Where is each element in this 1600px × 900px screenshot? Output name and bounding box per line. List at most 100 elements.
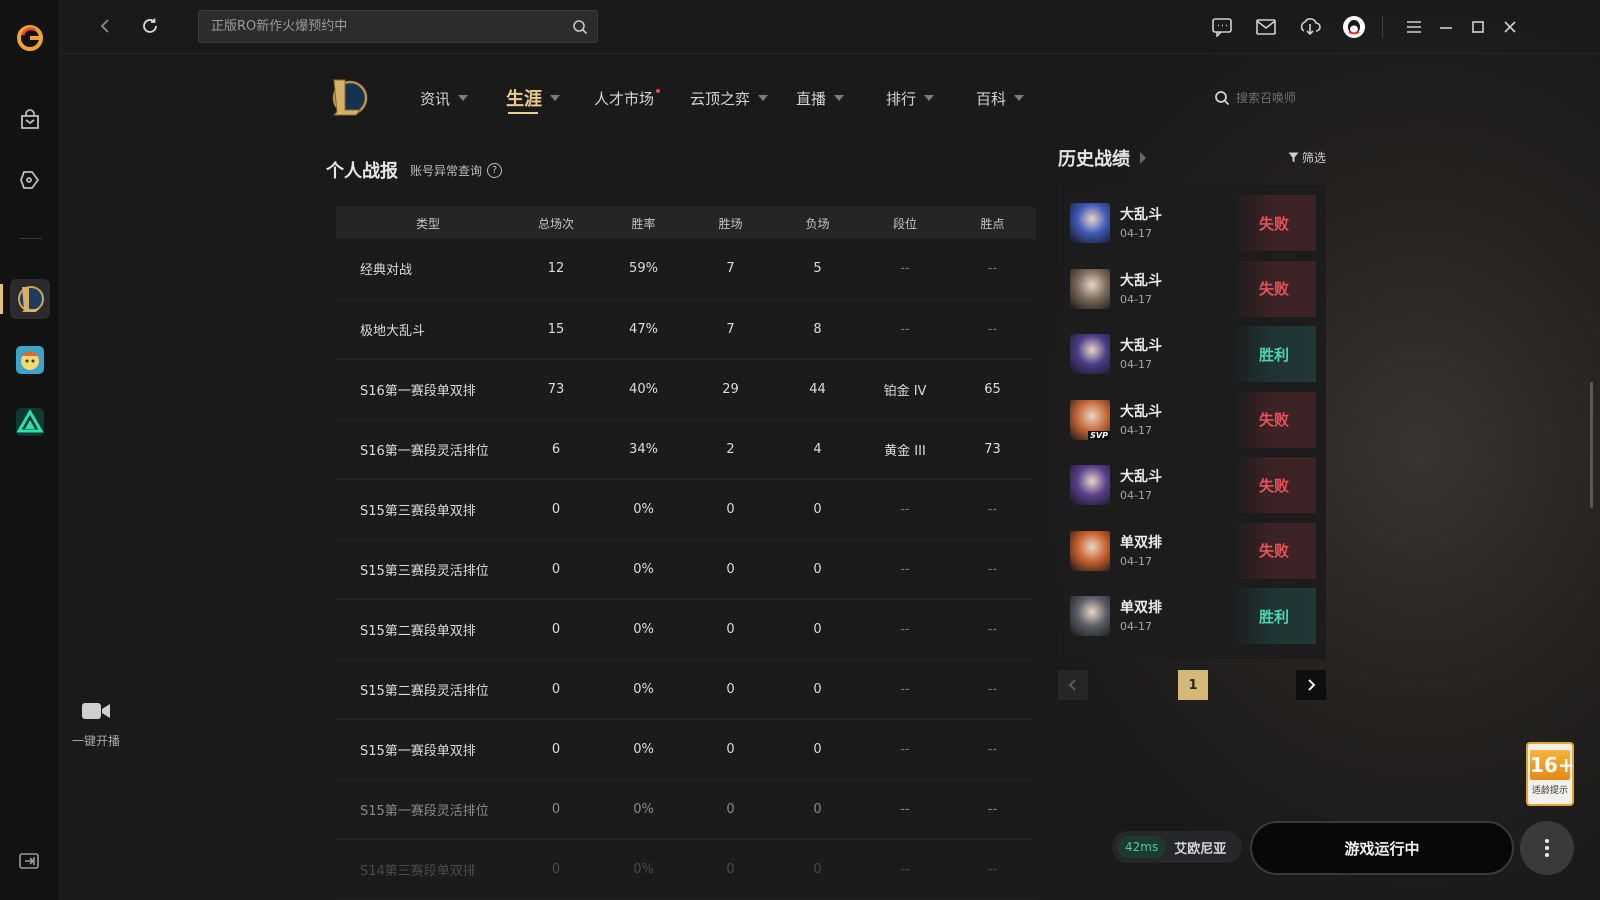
table-cell: 0 [512, 839, 600, 900]
match-history-item[interactable]: SVP 大乱斗 04-17 失败 [1068, 391, 1316, 448]
game-tag-icon[interactable] [10, 160, 50, 200]
download-icon[interactable] [1298, 15, 1322, 39]
nav-talent-market[interactable]: 人才市场 [594, 84, 661, 112]
collapse-sidebar-icon[interactable] [18, 852, 40, 874]
refresh-button[interactable] [138, 14, 162, 38]
menu-icon[interactable] [1402, 15, 1426, 39]
summoner-search[interactable]: 搜索召唤师 [1214, 89, 1296, 106]
match-history-item[interactable]: 大乱斗 04-17 失败 [1068, 195, 1316, 251]
sidebar-item-valorant-style[interactable] [10, 402, 50, 442]
table-cell: 0 [512, 539, 600, 600]
match-date: 04-17 [1120, 489, 1152, 502]
nav-career[interactable]: 生涯 [506, 84, 560, 114]
table-cell: 7 [687, 299, 774, 360]
game-running-button[interactable]: 游戏运行中 [1250, 821, 1514, 875]
table-cell: -- [949, 539, 1036, 600]
match-result-badge: 胜利 [1232, 326, 1316, 382]
match-history-item[interactable]: 单双排 04-17 失败 [1068, 522, 1316, 579]
table-cell: 0% [600, 719, 687, 780]
qq-avatar-icon[interactable] [1342, 15, 1366, 39]
maximize-icon[interactable] [1466, 15, 1490, 39]
back-button[interactable] [94, 14, 118, 38]
champion-portrait-icon [1070, 530, 1110, 571]
table-cell: -- [861, 719, 949, 780]
match-result-badge: 失败 [1232, 195, 1316, 251]
shop-bag-icon[interactable] [10, 100, 50, 140]
match-mode: 大乱斗 [1120, 207, 1162, 223]
scrollbar-thumb[interactable] [1590, 382, 1593, 508]
window-controls [1200, 0, 1600, 54]
app-logo-icon[interactable] [10, 18, 50, 58]
table-cell: 0 [512, 779, 600, 840]
table-cell: -- [861, 839, 949, 900]
filter-button[interactable]: 筛选 [1288, 149, 1326, 166]
mode-type-cell: S15第三赛段灵活排位 [336, 539, 512, 600]
match-mode: 单双排 [1120, 600, 1162, 616]
column-header: 胜点 [949, 207, 1036, 239]
next-page-button[interactable] [1296, 670, 1326, 700]
abnormal-account-link[interactable]: 账号异常查询 ? [410, 162, 503, 179]
active-indicator [0, 284, 3, 314]
lol-logo-icon[interactable] [328, 76, 368, 120]
match-history-item[interactable]: 大乱斗 04-17 失败 [1068, 457, 1316, 513]
table-row: 极地大乱斗 15 47% 7 8 -- -- [336, 299, 1036, 360]
server-selector[interactable]: 42ms 艾欧尼亚 [1112, 831, 1242, 863]
chevron-down-icon [758, 95, 769, 101]
mail-icon[interactable] [1254, 15, 1278, 39]
nav-news[interactable]: 资讯 [420, 84, 469, 112]
help-icon[interactable]: ? [487, 163, 503, 178]
minimize-icon[interactable] [1434, 15, 1458, 39]
table-cell: -- [949, 599, 1036, 660]
table-cell: 0 [687, 599, 774, 660]
video-camera-icon [82, 703, 110, 719]
dot-icon [1545, 839, 1549, 843]
match-date: 04-17 [1120, 620, 1152, 633]
table-cell: 0 [774, 839, 861, 900]
nav-ranking[interactable]: 排行 [886, 84, 935, 112]
server-name: 艾欧尼亚 [1174, 841, 1227, 857]
table-cell: 0% [600, 599, 687, 660]
match-history-item[interactable]: 单双排 04-17 胜利 [1068, 588, 1316, 644]
table-row: S16第一赛段单双排 73 40% 29 44 铂金 IV 65 [336, 359, 1036, 420]
more-options-button[interactable] [1520, 821, 1574, 875]
mode-type-cell: S15第二赛段单双排 [336, 599, 512, 660]
dot-icon [1545, 853, 1549, 857]
table-cell: 0 [512, 599, 600, 660]
nav-live[interactable]: 直播 [796, 84, 845, 112]
table-cell: 0% [600, 539, 687, 600]
table-cell: 2 [687, 419, 774, 480]
chat-bubble-icon[interactable] [1210, 15, 1234, 39]
nav-label: 资讯 [420, 89, 451, 108]
search-input[interactable] [211, 11, 561, 42]
age-rating-badge[interactable]: 16+ 适龄提示 [1526, 742, 1575, 806]
match-history-item[interactable]: 大乱斗 04-17 失败 [1068, 260, 1316, 317]
table-cell: 0 [512, 719, 600, 780]
left-sidebar: 一键开播 [0, 0, 120, 900]
sidebar-item-lol[interactable] [10, 279, 50, 319]
ping-badge: 42ms [1117, 836, 1167, 858]
table-cell: 0 [774, 479, 861, 540]
nav-tft[interactable]: 云顶之弈 [690, 84, 769, 112]
table-cell: 65 [949, 359, 1036, 420]
match-history-item[interactable]: 大乱斗 04-17 胜利 [1068, 326, 1316, 382]
close-icon[interactable] [1498, 15, 1522, 39]
abnormal-link-label: 账号异常查询 [410, 164, 483, 178]
lol-logo-icon [18, 286, 44, 312]
table-cell: 0 [512, 659, 600, 720]
table-cell: -- [949, 779, 1036, 840]
one-click-live-button[interactable]: 一键开播 [60, 700, 132, 749]
table-cell: -- [861, 479, 949, 540]
table-cell: 6 [512, 419, 600, 480]
match-mode: 大乱斗 [1120, 403, 1162, 420]
page-number[interactable]: 1 [1178, 670, 1208, 700]
sidebar-item-game-character[interactable] [10, 340, 50, 380]
table-row: S15第一赛段单双排 0 0% 0 0 -- -- [336, 719, 1036, 780]
history-title[interactable]: 历史战绩 [1058, 145, 1146, 171]
table-row: 经典对战 12 59% 7 5 -- -- [336, 239, 1036, 300]
nav-wiki[interactable]: 百科 [976, 84, 1025, 112]
search-icon[interactable] [572, 19, 588, 39]
live-label: 一键开播 [71, 734, 120, 748]
chevron-down-icon [924, 95, 935, 101]
column-header: 总场次 [512, 207, 600, 239]
prev-page-button[interactable] [1058, 670, 1088, 700]
